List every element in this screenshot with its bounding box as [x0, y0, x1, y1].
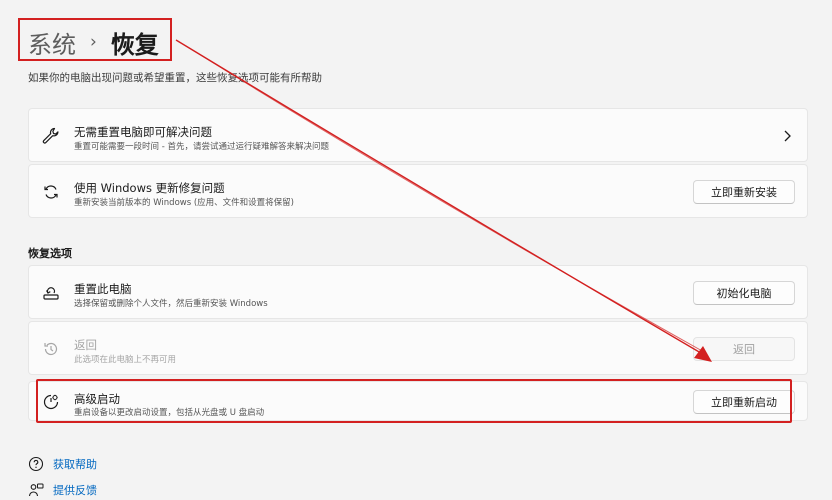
give-feedback-label[interactable]: 提供反馈: [53, 482, 97, 498]
go-back-button: 返回: [693, 337, 795, 361]
reset-pc-card: 重置此电脑 选择保留或删除个人文件，然后重新安装 Windows 初始化电脑: [28, 265, 808, 319]
windows-update-fix-card: 使用 Windows 更新修复问题 重新安装当前版本的 Windows (应用、…: [28, 164, 808, 218]
go-back-title: 返回: [74, 338, 97, 352]
reset-pc-desc: 选择保留或删除个人文件，然后重新安装 Windows: [74, 299, 268, 309]
page-subtitle: 如果你的电脑出现问题或希望重置，这些恢复选项可能有所帮助: [28, 72, 322, 84]
sync-icon: [41, 182, 61, 202]
go-back-card: 返回 此选项在此电脑上不再可用 返回: [28, 321, 808, 375]
give-feedback-link[interactable]: 提供反馈: [28, 482, 97, 498]
wrench-icon: [41, 126, 61, 146]
get-help-link[interactable]: 获取帮助: [28, 456, 97, 472]
recovery-options-heading: 恢复选项: [28, 247, 72, 260]
windows-update-fix-title: 使用 Windows 更新修复问题: [74, 181, 225, 195]
go-back-desc: 此选项在此电脑上不再可用: [74, 355, 177, 365]
annotation-box-advanced: [36, 379, 792, 423]
fix-problems-desc: 重置可能需要一段时间 - 首先，请尝试通过运行疑难解答来解决问题: [74, 142, 329, 152]
fix-problems-card[interactable]: 无需重置电脑即可解决问题 重置可能需要一段时间 - 首先，请尝试通过运行疑难解答…: [28, 108, 808, 162]
reset-pc-icon: [41, 283, 61, 303]
history-icon: [41, 339, 61, 359]
windows-update-fix-desc: 重新安装当前版本的 Windows (应用、文件和设置将保留): [74, 198, 294, 208]
feedback-icon: [28, 483, 44, 497]
help-icon: [28, 456, 44, 472]
reset-pc-button[interactable]: 初始化电脑: [693, 281, 795, 305]
reinstall-now-button[interactable]: 立即重新安装: [693, 180, 795, 204]
get-help-label[interactable]: 获取帮助: [53, 456, 97, 472]
chevron-right-icon[interactable]: [781, 129, 793, 143]
annotation-box-title: [18, 18, 172, 61]
reset-pc-title: 重置此电脑: [74, 282, 132, 296]
fix-problems-title: 无需重置电脑即可解决问题: [74, 125, 212, 139]
